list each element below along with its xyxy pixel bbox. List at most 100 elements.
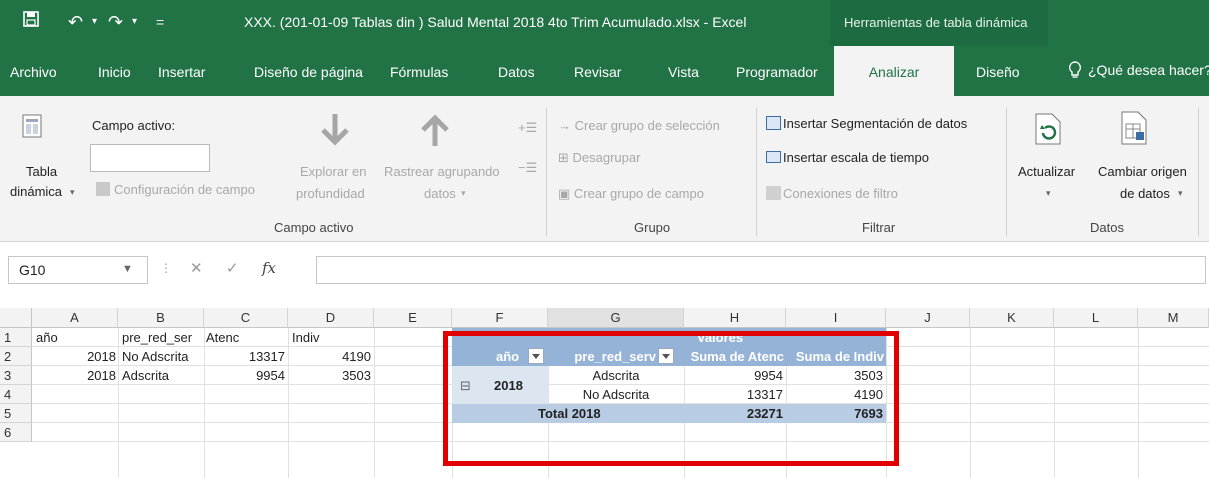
column-header-l[interactable]: L [1054, 308, 1138, 328]
group-separator [1198, 108, 1199, 236]
tab-diseno[interactable]: Diseño [976, 64, 1020, 80]
column-header-i[interactable]: I [786, 308, 886, 328]
tab-vista[interactable]: Vista [668, 64, 699, 80]
active-field-input[interactable] [90, 144, 210, 172]
column-header-a[interactable]: A [32, 308, 118, 328]
cell-c1[interactable]: Atenc [206, 328, 286, 347]
group-separator [1006, 108, 1007, 236]
change-data-source-dropdown-icon[interactable]: ▾ [1178, 188, 1183, 199]
cancel-icon[interactable]: ✕ [190, 259, 203, 277]
tab-archivo[interactable]: Archivo [10, 64, 57, 80]
drill-down-icon[interactable] [318, 112, 352, 151]
row-header-5[interactable]: 5 [0, 404, 32, 423]
cell-d2[interactable]: 4190 [292, 347, 371, 366]
insert-slicer-button[interactable]: Insertar Segmentación de datos [766, 116, 967, 131]
drill-up-dropdown-icon[interactable]: ▾ [461, 188, 466, 199]
change-data-source-icon[interactable] [1120, 110, 1148, 149]
pivot-table-icon[interactable] [22, 114, 42, 141]
cell-a2[interactable]: 2018 [36, 347, 116, 366]
group-separator [546, 108, 547, 236]
row-header-3[interactable]: 3 [0, 366, 32, 385]
insert-slicer-label: Insertar Segmentación de datos [783, 116, 968, 131]
cell-b3[interactable]: Adscrita [122, 366, 204, 385]
column-header-k[interactable]: K [970, 308, 1054, 328]
row-header-6[interactable]: 6 [0, 423, 32, 442]
pivot-table-dropdown-icon[interactable]: ▾ [70, 187, 75, 198]
pivot-table-label-2[interactable]: dinámica [10, 184, 62, 199]
drill-up-label-2[interactable]: datos [424, 186, 456, 201]
timeline-icon [766, 151, 781, 163]
group-field-icon: ▣ [558, 186, 574, 201]
column-header-j[interactable]: J [886, 308, 970, 328]
column-header-g[interactable]: G [548, 308, 684, 328]
redo-icon[interactable]: ↷ [108, 10, 123, 34]
insert-function-icon[interactable]: fx [262, 259, 276, 277]
group-selection-button[interactable]: → Crear grupo de selección [558, 118, 720, 133]
active-field-label: Campo activo: [92, 118, 176, 133]
insert-timeline-button[interactable]: Insertar escala de tiempo [766, 150, 929, 165]
refresh-label[interactable]: Actualizar [1018, 164, 1075, 179]
filter-connections-button[interactable]: Conexiones de filtro [766, 186, 898, 201]
formula-input[interactable] [316, 256, 1206, 284]
field-settings-label: Configuración de campo [114, 182, 255, 197]
tab-analizar[interactable]: Analizar [834, 46, 954, 96]
undo-icon[interactable]: ↶ [68, 10, 83, 34]
cell-c3[interactable]: 9954 [206, 366, 285, 385]
customize-toolbar-icon[interactable]: = [156, 10, 164, 34]
tab-revisar[interactable]: Revisar [574, 64, 621, 80]
change-data-source-label-2[interactable]: de datos [1120, 186, 1170, 201]
column-header-e[interactable]: E [374, 308, 452, 328]
drill-down-label-1[interactable]: Explorar en [300, 164, 366, 179]
drill-down-label-2[interactable]: profundidad [296, 186, 365, 201]
cell-a1[interactable]: año [36, 328, 116, 347]
column-header-f[interactable]: F [452, 308, 548, 328]
cell-c2[interactable]: 13317 [206, 347, 285, 366]
tab-inicio[interactable]: Inicio [98, 64, 131, 80]
cell-d3[interactable]: 3503 [292, 366, 371, 385]
resize-handle-icon[interactable]: ⋮ [160, 261, 172, 275]
column-header-c[interactable]: C [204, 308, 288, 328]
refresh-dropdown-icon[interactable]: ▾ [1046, 188, 1051, 199]
group-label-filtrar: Filtrar [862, 220, 896, 235]
cell-b2[interactable]: No Adscrita [122, 347, 204, 366]
select-all-corner[interactable] [0, 308, 32, 328]
tell-me-search[interactable]: ¿Qué desea hacer? [1068, 61, 1209, 79]
ribbon-analizar: Tabla dinámica ▾ Campo activo: Configura… [0, 96, 1209, 242]
enter-icon[interactable]: ✓ [226, 259, 239, 277]
group-selection-label: Crear grupo de selección [574, 118, 720, 133]
field-settings-button[interactable]: Configuración de campo [96, 182, 255, 197]
cell-a3[interactable]: 2018 [36, 366, 116, 385]
column-header-b[interactable]: B [118, 308, 204, 328]
chevron-down-icon[interactable]: ▼ [122, 263, 133, 275]
column-header-h[interactable]: H [684, 308, 786, 328]
cell-d1[interactable]: Indiv [292, 328, 372, 347]
pivot-table-label-1[interactable]: Tabla [26, 164, 57, 179]
name-box[interactable]: G10 ▼ [8, 256, 148, 284]
redo-dropdown-icon[interactable]: ▾ [132, 10, 137, 34]
tab-datos[interactable]: Datos [498, 64, 535, 80]
ungroup-button[interactable]: ⊞ Desagrupar [558, 150, 640, 166]
tab-formulas[interactable]: Fórmulas [390, 64, 448, 80]
row-header-2[interactable]: 2 [0, 347, 32, 366]
change-data-source-label-1[interactable]: Cambiar origen [1098, 164, 1187, 179]
row-header-1[interactable]: 1 [0, 328, 32, 347]
drill-up-label-1[interactable]: Rastrear agrupando [384, 164, 500, 179]
save-icon[interactable] [22, 10, 40, 34]
group-separator [756, 108, 757, 236]
context-tools-label: Herramientas de tabla dinámica [844, 15, 1028, 30]
tab-insertar[interactable]: Insertar [158, 64, 205, 80]
tab-diseno-pagina[interactable]: Diseño de página [254, 64, 363, 80]
column-header-d[interactable]: D [288, 308, 374, 328]
drill-up-icon[interactable] [418, 112, 452, 151]
group-field-label: Crear grupo de campo [573, 186, 704, 201]
expand-field-icon[interactable]: +☰ [518, 120, 537, 136]
column-header-m[interactable]: M [1138, 308, 1209, 328]
tab-programador[interactable]: Programador [736, 64, 818, 80]
cell-b1[interactable]: pre_red_ser [122, 328, 204, 347]
undo-dropdown-icon[interactable]: ▾ [92, 10, 97, 34]
group-field-button[interactable]: ▣ Crear grupo de campo [558, 186, 704, 202]
row-header-4[interactable]: 4 [0, 385, 32, 404]
collapse-field-icon[interactable]: −☰ [518, 160, 537, 176]
ribbon-tabs: Archivo Inicio Insertar Diseño de página… [0, 46, 1209, 96]
refresh-icon[interactable] [1034, 112, 1062, 149]
